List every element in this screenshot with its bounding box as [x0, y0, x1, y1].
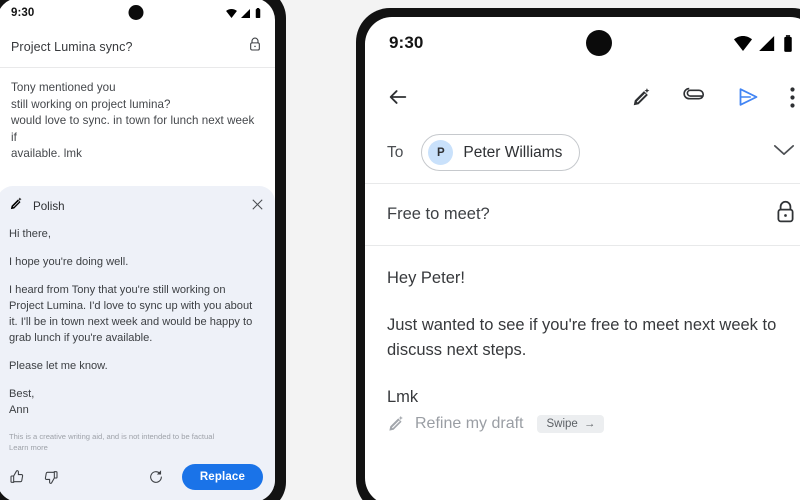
paperclip-icon[interactable]: [683, 86, 706, 109]
polish-disclaimer: This is a creative writing aid, and is n…: [9, 418, 263, 453]
left-mail-body: Tony mentioned you still working on proj…: [0, 68, 275, 163]
magic-pencil-icon: [9, 196, 24, 216]
polish-panel-header: Polish: [9, 196, 263, 216]
mail-body-line: would love to sync. in town for lunch ne…: [11, 114, 255, 144]
left-subject-row[interactable]: Project Lumina sync?: [0, 28, 275, 68]
front-camera-punch-hole: [586, 30, 612, 56]
polish-disclaimer-text: This is a creative writing aid, and is n…: [9, 432, 215, 441]
polish-paragraph: Hi there,: [9, 228, 51, 240]
polish-paragraph: I heard from Tony that you're still work…: [9, 284, 253, 344]
left-subject-text: Project Lumina sync?: [11, 39, 133, 54]
lock-icon: [249, 37, 261, 56]
screenshot-stage: 9:30 Project Lumina sync? Tony mentioned…: [0, 0, 800, 500]
wifi-icon: [734, 35, 752, 51]
lock-icon: [776, 200, 795, 228]
magic-pencil-icon[interactable]: [631, 86, 653, 108]
left-phone-screen: 9:30 Project Lumina sync? Tony mentioned…: [0, 0, 275, 500]
left-status-bar: 9:30: [0, 0, 275, 28]
status-bar-time: 9:30: [11, 7, 35, 19]
signal-icon: [241, 8, 251, 18]
mail-body-line: still working on project lumina?: [11, 97, 171, 111]
replace-button[interactable]: Replace: [181, 464, 263, 490]
to-label: To: [387, 143, 404, 161]
right-subject-text: Free to meet?: [387, 204, 490, 223]
polish-panel: Polish Hi there, I hope you're doing wel…: [0, 186, 275, 500]
polish-paragraph-signature: Best, Ann: [9, 388, 35, 416]
signal-icon: [759, 35, 776, 51]
polish-panel-title: Polish: [33, 199, 65, 213]
swipe-hint-label: Swipe: [546, 417, 578, 430]
refine-draft-suggestion[interactable]: Refine my draft Swipe →: [365, 414, 800, 433]
avatar: P: [428, 140, 454, 165]
polish-paragraph: I hope you're doing well.: [9, 256, 129, 268]
mail-body-line: available. lmk: [11, 147, 82, 160]
battery-icon: [255, 8, 261, 18]
more-vert-icon[interactable]: [790, 86, 795, 108]
compose-paragraph: Just wanted to see if you're free to mee…: [387, 316, 777, 359]
recipient-row[interactable]: To P Peter Williams: [365, 125, 800, 184]
wifi-icon: [226, 8, 237, 18]
recipient-chip[interactable]: P Peter Williams: [421, 134, 581, 171]
front-camera-punch-hole: [128, 5, 144, 20]
battery-icon: [783, 34, 793, 52]
mail-body-line: Tony mentioned you: [11, 81, 116, 94]
status-bar-time: 9:30: [389, 33, 424, 52]
send-icon[interactable]: [736, 85, 760, 109]
right-phone-screen: 9:30 To P Peter Williams Free to meet? H…: [365, 17, 800, 500]
right-subject-row[interactable]: Free to meet?: [365, 184, 800, 246]
left-phone-device: 9:30 Project Lumina sync? Tony mentioned…: [0, 0, 286, 500]
refresh-icon[interactable]: [148, 469, 164, 485]
polish-paragraph: Please let me know.: [9, 360, 108, 372]
learn-more-link[interactable]: Learn more: [9, 443, 48, 452]
compose-toolbar: [365, 69, 800, 125]
magic-pencil-icon: [387, 414, 406, 433]
recipient-name: Peter Williams: [463, 143, 563, 161]
polish-action-bar: Replace: [9, 453, 263, 500]
status-bar-icons: [226, 8, 261, 18]
compose-body[interactable]: Hey Peter! Just wanted to see if you're …: [365, 246, 800, 410]
status-bar-icons: [734, 34, 793, 52]
arrow-right-icon: →: [583, 417, 596, 430]
compose-paragraph: Hey Peter!: [387, 269, 465, 287]
back-arrow-icon[interactable]: [387, 86, 409, 108]
close-icon[interactable]: [252, 197, 263, 215]
polish-generated-text: Hi there, I hope you're doing well. I he…: [9, 216, 263, 418]
chevron-down-icon[interactable]: [773, 143, 795, 162]
refine-draft-label: Refine my draft: [415, 414, 524, 432]
thumbs-down-icon[interactable]: [43, 469, 59, 485]
thumbs-up-icon[interactable]: [9, 469, 25, 485]
right-status-bar: 9:30: [365, 17, 800, 69]
swipe-hint-badge: Swipe →: [537, 414, 605, 433]
right-phone-device: 9:30 To P Peter Williams Free to meet? H…: [356, 8, 800, 500]
compose-paragraph: Lmk: [387, 388, 419, 406]
